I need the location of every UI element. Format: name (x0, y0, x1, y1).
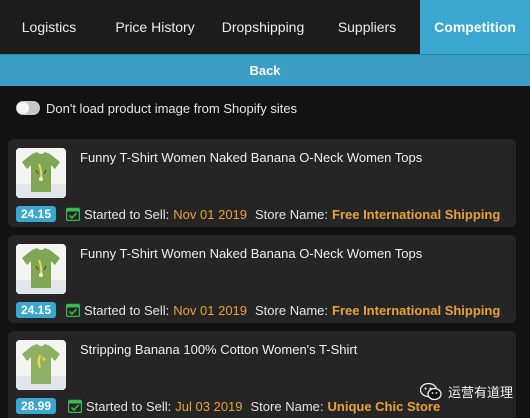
calendar-check-icon (66, 207, 80, 221)
product-meta: Started to Sell: Nov 01 2019 Store Name:… (66, 205, 500, 223)
product-title[interactable]: Funny T-Shirt Women Naked Banana O-Neck … (80, 150, 422, 165)
price-badge: 24.15 (16, 302, 57, 318)
started-label: Started to Sell: (84, 302, 170, 318)
start-date: Nov 01 2019 (173, 302, 248, 318)
image-load-toggle[interactable] (16, 101, 40, 115)
store-label: Store Name: (255, 206, 328, 222)
store-label: Store Name: (250, 398, 324, 414)
product-thumbnail[interactable] (16, 148, 66, 198)
image-load-toggle-label: Don't load product image from Shopify si… (46, 100, 298, 116)
store-name-link[interactable]: Free International Shipping (332, 303, 500, 318)
calendar-check-icon (68, 399, 82, 413)
product-title[interactable]: Funny T-Shirt Women Naked Banana O-Neck … (80, 246, 422, 261)
started-label: Started to Sell: (86, 398, 172, 414)
start-date: Nov 01 2019 (173, 206, 248, 222)
product-card[interactable]: Funny T-Shirt Women Naked Banana O-Neck … (8, 235, 516, 323)
tab-bar: Logistics Price History Dropshipping Sup… (0, 0, 530, 54)
tab-logistics[interactable]: Logistics (0, 0, 98, 54)
tab-dropshipping[interactable]: Dropshipping (212, 0, 314, 54)
product-thumbnail[interactable] (16, 340, 66, 390)
green-tshirt-banana-thumbnail (16, 244, 66, 294)
product-card[interactable]: Funny T-Shirt Women Naked Banana O-Neck … (8, 139, 516, 227)
start-date: Jul 03 2019 (175, 398, 243, 414)
green-tshirt-banana-thumbnail (16, 340, 66, 390)
store-label: Store Name: (255, 302, 328, 318)
price-badge: 24.15 (16, 206, 57, 222)
watermark-text: 运营有道理 (448, 385, 514, 400)
green-tshirt-banana-thumbnail (16, 148, 66, 198)
product-thumbnail[interactable] (16, 244, 66, 294)
store-name-link[interactable]: Free International Shipping (332, 207, 500, 222)
product-meta: Started to Sell: Nov 01 2019 Store Name:… (66, 301, 500, 319)
tab-suppliers[interactable]: Suppliers (314, 0, 420, 54)
started-label: Started to Sell: (84, 206, 170, 222)
back-button[interactable]: Back (0, 54, 530, 86)
watermark: 运营有道理 (420, 382, 513, 401)
tab-competition[interactable]: Competition (420, 0, 530, 54)
image-load-toggle-row: Don't load product image from Shopify si… (16, 97, 297, 119)
product-meta: Started to Sell: Jul 03 2019 Store Name:… (68, 397, 440, 415)
product-card[interactable]: Stripping Banana 100% Cotton Women's T-S… (8, 331, 516, 418)
product-title[interactable]: Stripping Banana 100% Cotton Women's T-S… (80, 342, 357, 357)
price-badge: 28.99 (16, 398, 57, 414)
wechat-icon (420, 382, 442, 400)
tab-price-history[interactable]: Price History (98, 0, 212, 54)
calendar-check-icon (66, 303, 80, 317)
